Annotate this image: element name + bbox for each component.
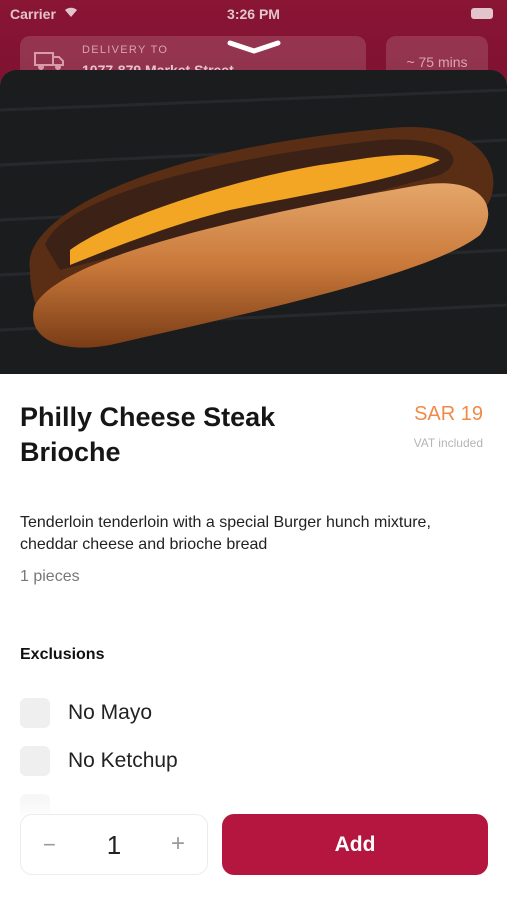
product-sheet: Philly Cheese Steak Brioche SAR 19 VAT i…	[0, 70, 507, 900]
exclusions-title: Exclusions	[20, 646, 105, 663]
exclusion-label: No Ketchup	[68, 749, 178, 772]
battery-icon	[471, 8, 493, 19]
add-to-cart-button[interactable]: Add	[222, 814, 488, 875]
checkbox[interactable]	[20, 698, 50, 728]
product-image	[0, 70, 507, 374]
status-bar: Carrier 3:26 PM	[0, 0, 507, 28]
vat-note: VAT included	[413, 436, 483, 450]
product-description: Tenderloin tenderloin with a special Bur…	[20, 514, 431, 553]
product-price: SAR 19	[414, 403, 483, 425]
chevron-down-icon[interactable]	[226, 40, 282, 59]
status-time: 3:26 PM	[227, 6, 280, 22]
checkbox[interactable]	[20, 746, 50, 776]
quantity-stepper: − 1 +	[20, 814, 208, 875]
product-title: Philly Cheese Steak Brioche	[20, 402, 276, 467]
exclusion-option-no-mayo[interactable]: No Mayo	[20, 698, 152, 728]
exclusion-option-no-ketchup[interactable]: No Ketchup	[20, 746, 178, 776]
increment-button[interactable]: +	[171, 830, 185, 858]
delivery-label: DELIVERY TO	[82, 44, 169, 56]
eta-text: ~ 75 mins	[406, 54, 468, 70]
product-pieces: 1 pieces	[20, 568, 80, 585]
exclusion-label: No Mayo	[68, 701, 153, 724]
